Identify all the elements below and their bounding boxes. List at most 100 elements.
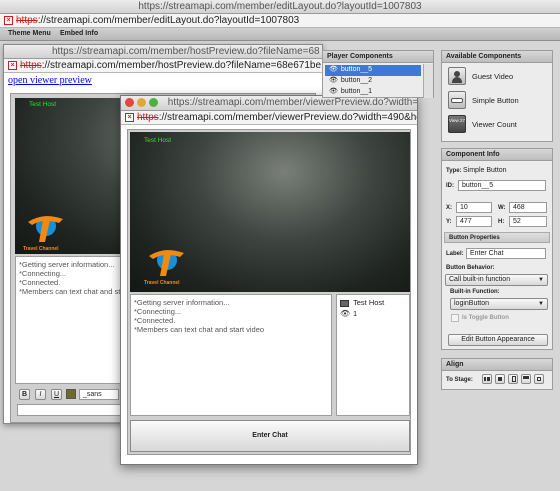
builtin-select[interactable]: loginButton ▼ — [450, 298, 548, 310]
button-properties-title: Button Properties — [449, 235, 500, 241]
viewer-count-icon: View 27 — [448, 115, 466, 133]
available-item-simple-button[interactable]: Simple Button — [448, 91, 548, 111]
viewer-video-label: Test Host — [144, 137, 172, 144]
available-item-guest-video[interactable]: Guest Video — [448, 67, 548, 87]
component-list-item[interactable]: 👁 button__5 — [325, 65, 421, 76]
edit-button-appearance-button[interactable]: Edit Button Appearance — [448, 334, 548, 346]
align-right-icon[interactable] — [508, 374, 518, 384]
viewer-user-list: Test Host 👁 1 — [336, 294, 410, 416]
insecure-icon: × — [8, 60, 17, 70]
builtin-value: loginButton — [454, 300, 490, 307]
chat-line: *Connected. — [134, 316, 176, 325]
behavior-value: Call built-in function — [449, 276, 511, 283]
insecure-icon: × — [4, 15, 13, 25]
italic-button[interactable]: I — [35, 389, 46, 400]
align-middle-icon[interactable] — [534, 374, 544, 384]
h-field[interactable]: 52 — [509, 216, 547, 227]
player-components-title: Player Components — [323, 51, 433, 63]
host-url-rest: ://streamapi.com/member/hostPreview.do?f… — [41, 60, 322, 71]
list-scrollbar[interactable] — [423, 64, 433, 98]
underline-button[interactable]: U — [51, 389, 62, 400]
eye-icon: 👁 — [329, 77, 338, 84]
chat-line: *Connecting... — [134, 307, 182, 316]
travel-channel-logo — [144, 244, 190, 284]
component-list-item[interactable]: 👁 button__1 — [325, 87, 421, 98]
outer-url-bar[interactable]: × https://streamapi.com/member/editLayout… — [0, 14, 560, 28]
chevron-down-icon: ▼ — [538, 301, 544, 307]
viewer-url-scheme: https — [137, 112, 159, 123]
chat-line: *Members can text chat and start video — [134, 325, 265, 334]
guest-video-icon — [448, 67, 466, 85]
eye-icon: 👁 — [340, 309, 351, 318]
behavior-select[interactable]: Call built-in function ▼ — [445, 274, 548, 286]
chat-line: *Getting server information... — [134, 298, 230, 307]
user-list-item[interactable]: Test Host — [340, 298, 406, 309]
viewer-chat-log: *Getting server information... *Connecti… — [130, 294, 332, 416]
builtin-label: Built-in Function: — [450, 289, 500, 295]
viewer-preview-window: https://streamapi.com/member/viewerPrevi… — [120, 95, 418, 465]
toggle-label: Is Toggle Button — [462, 315, 509, 321]
font-select[interactable]: _sans — [79, 389, 119, 400]
viewer-window-title: https://streamapi.com/member/viewerPrevi… — [167, 97, 417, 108]
insecure-icon: × — [125, 112, 134, 122]
component-list-item[interactable]: 👁 button__2 — [325, 76, 421, 87]
component-info-title: Component Info — [442, 149, 552, 161]
align-left-icon[interactable] — [482, 374, 492, 384]
outer-url-rest: ://streamapi.com/member/editLayout.do?la… — [37, 15, 300, 26]
id-field[interactable]: button__5 — [458, 180, 546, 191]
available-components-panel: Available Components Guest Video Simple … — [441, 50, 553, 142]
eye-icon: 👁 — [329, 66, 338, 73]
outer-window-title: https://streamapi.com/member/editLayout.… — [138, 1, 422, 12]
toggle-checkbox[interactable] — [451, 314, 459, 322]
type-label: Type: — [446, 168, 462, 174]
align-top-icon[interactable] — [521, 374, 531, 384]
simple-button-label: Simple Button — [472, 96, 519, 105]
open-viewer-preview-link[interactable]: open viewer preview — [8, 75, 92, 86]
w-field[interactable]: 468 — [509, 202, 547, 213]
align-panel: Align To Stage: — [441, 358, 553, 390]
host-video-label: Test Host — [29, 101, 57, 108]
outer-tab-bar: Theme Menu Embed Info — [0, 28, 560, 41]
label-field[interactable]: Enter Chat — [466, 248, 546, 259]
color-swatch[interactable] — [66, 389, 76, 399]
component-name: button__2 — [340, 77, 373, 84]
x-field[interactable]: 10 — [456, 202, 492, 213]
available-components-title: Available Components — [442, 51, 552, 63]
viewer-video: Test Host Travel Channel — [130, 132, 410, 292]
viewer-url-bar[interactable]: × https://streamapi.com/member/viewerPrev… — [121, 111, 417, 125]
guest-video-label: Guest Video — [472, 72, 514, 81]
close-light-icon[interactable] — [125, 97, 134, 107]
viewer-logo-text: Travel Channel — [144, 280, 180, 286]
x-label: X: — [446, 205, 452, 211]
type-value: Simple Button — [463, 167, 507, 174]
host-url-bar[interactable]: × https://streamapi.com/member/hostPrevie… — [4, 59, 322, 73]
zoom-light-icon[interactable] — [149, 97, 158, 107]
user-list-item[interactable]: 👁 1 — [340, 309, 406, 320]
host-window-titlebar: https://streamapi.com/member/hostPreview… — [4, 45, 322, 59]
viewer-player: Test Host Travel Channel *Getting server… — [127, 129, 411, 455]
outer-url-scheme: https — [16, 15, 38, 26]
available-item-viewer-count[interactable]: View 27 Viewer Count — [448, 115, 548, 135]
component-name: button__1 — [340, 88, 373, 95]
outer-window-titlebar: https://streamapi.com/member/editLayout.… — [0, 0, 560, 14]
travel-channel-logo — [23, 210, 69, 250]
align-center-icon[interactable] — [495, 374, 505, 384]
tab-theme-menu[interactable]: Theme Menu — [8, 30, 51, 37]
viewer-count-label: Viewer Count — [472, 120, 517, 129]
h-label: H: — [498, 219, 505, 225]
tab-embed-info[interactable]: Embed Info — [60, 30, 98, 37]
label-label: Label: — [446, 251, 464, 257]
host-logo-text: Travel Channel — [23, 246, 59, 252]
enter-chat-button[interactable]: Enter Chat — [130, 420, 410, 452]
y-label: Y: — [446, 219, 452, 225]
eye-icon: 👁 — [329, 88, 338, 95]
user-name: Test Host — [353, 298, 385, 307]
align-title: Align — [442, 359, 552, 371]
y-field[interactable]: 477 — [456, 216, 492, 227]
bold-button[interactable]: B — [19, 389, 30, 400]
minimize-light-icon[interactable] — [137, 97, 146, 107]
w-label: W: — [498, 205, 506, 211]
component-info-panel: Component Info Type: Simple Button ID: b… — [441, 148, 553, 350]
enter-chat-label: Enter Chat — [252, 432, 288, 439]
behavior-label: Button Behavior: — [446, 265, 495, 271]
